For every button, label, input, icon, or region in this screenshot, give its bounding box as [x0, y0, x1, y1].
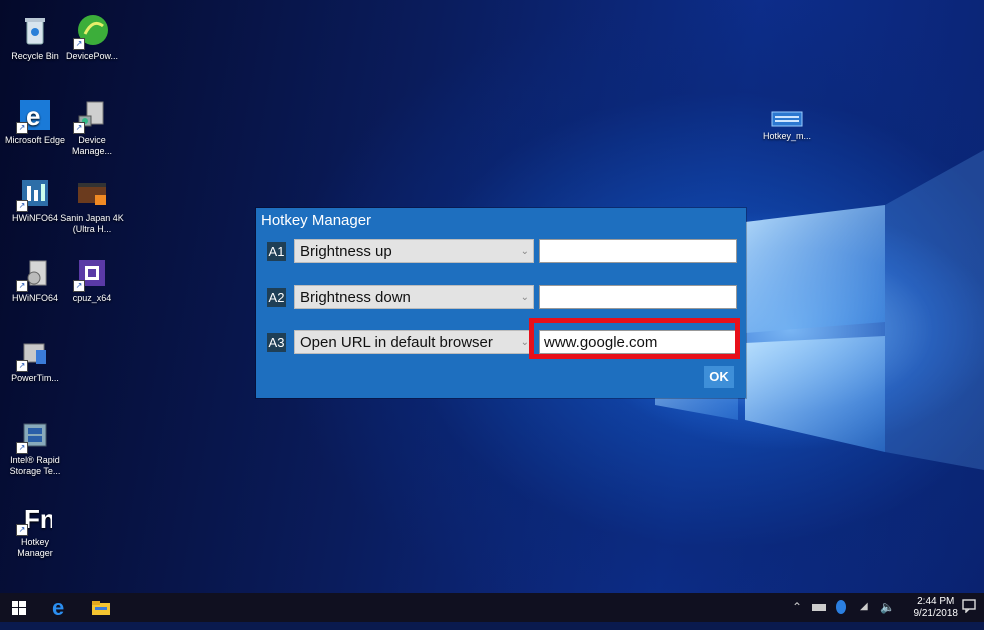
- action-dropdown[interactable]: Open URL in default browser ⌄: [294, 330, 534, 354]
- intel-rst-icon: ↗: [16, 418, 52, 454]
- desktop-icon-label: Hotkey Manager: [17, 537, 53, 558]
- desktop-icon-label: PowerTim...: [11, 373, 59, 383]
- devicepower-icon: ↗: [73, 14, 109, 50]
- dialog-title: Hotkey Manager: [261, 212, 372, 229]
- chevron-down-icon: ⌄: [520, 337, 529, 348]
- svg-text:e: e: [26, 101, 40, 131]
- shortcut-arrow-icon: ↗: [73, 280, 85, 292]
- parameter-input[interactable]: [539, 239, 737, 263]
- shortcut-arrow-icon: ↗: [16, 360, 28, 372]
- taskbar-edge-button[interactable]: e: [50, 595, 70, 624]
- action-dropdown-value: Brightness down: [300, 289, 411, 306]
- powertimer-icon: ↗: [16, 336, 52, 372]
- desktop-icon-label: cpuz_x64: [72, 293, 112, 303]
- desktop-icon-label: Microsoft Edge: [4, 135, 66, 145]
- desktop-icon-label: Sanin Japan 4K (Ultra H...: [60, 213, 124, 234]
- hwinfo-icon: ↗: [16, 176, 52, 212]
- taskbar: e ⌃ ◢ 🔈 2:44 PM 9/21/2018: [0, 593, 984, 622]
- device-manager-icon: ↗: [73, 98, 109, 134]
- edge-icon: e ↗: [16, 98, 52, 134]
- shortcut-arrow-icon: ↗: [73, 122, 85, 134]
- url-field-highlight: [529, 318, 740, 359]
- hotkey-badge: A1: [267, 242, 286, 261]
- desktop: Recycle Bin ↗ DevicePow... e ↗ Microsoft…: [0, 0, 984, 593]
- wifi-icon[interactable]: ◢: [860, 601, 868, 612]
- hotkey-badge: A2: [267, 288, 286, 307]
- desktop-icon-hwinfo64[interactable]: ↗ HWiNFO64: [3, 176, 67, 224]
- edge-icon: e: [52, 595, 64, 620]
- desktop-icon-label: Intel® Rapid Storage Te...: [9, 455, 61, 476]
- hotkey-manager-dialog: Hotkey Manager A1 Brightness up ⌄ A2 Bri…: [256, 208, 746, 398]
- desktop-icon-powertimer[interactable]: ↗ PowerTim...: [3, 336, 67, 384]
- shortcut-arrow-icon: ↗: [16, 442, 28, 454]
- action-dropdown[interactable]: Brightness up ⌄: [294, 239, 534, 263]
- svg-text:e: e: [52, 595, 64, 619]
- svg-text:Fn: Fn: [24, 504, 52, 534]
- desktop-icon-label: Recycle Bin: [11, 51, 59, 61]
- shortcut-arrow-icon: ↗: [16, 200, 28, 212]
- hwinfo-setup-icon: ↗: [16, 256, 52, 292]
- action-dropdown-value: Brightness up: [300, 243, 392, 260]
- shortcut-arrow-icon: ↗: [16, 280, 28, 292]
- shortcut-arrow-icon: ↗: [16, 122, 28, 134]
- desktop-icon-intel-rst[interactable]: ↗ Intel® Rapid Storage Te...: [3, 418, 67, 477]
- shortcut-arrow-icon: ↗: [16, 524, 28, 536]
- desktop-icon-label: Hotkey_m...: [762, 131, 811, 141]
- video-file-icon: [75, 176, 109, 210]
- windows-start-icon: [12, 601, 26, 615]
- recycle-bin-icon: [18, 14, 52, 48]
- folder-icon: [92, 601, 110, 615]
- fn-key-icon: Fn ↗: [16, 500, 56, 536]
- taskbar-file-explorer-button[interactable]: [92, 601, 110, 630]
- start-button[interactable]: [12, 601, 26, 630]
- chevron-down-icon: ⌄: [520, 246, 529, 257]
- desktop-icon-label: Device Manage...: [71, 135, 113, 156]
- chevron-down-icon: ⌄: [520, 292, 529, 303]
- desktop-icon-sanin-japan[interactable]: Sanin Japan 4K (Ultra H...: [60, 176, 124, 235]
- desktop-icon-hotkey-m[interactable]: Hotkey_m...: [755, 110, 819, 142]
- parameter-input[interactable]: [539, 285, 737, 309]
- desktop-icon-hwinfo64-2[interactable]: ↗ HWiNFO64: [3, 256, 67, 304]
- desktop-icon-recycle-bin[interactable]: Recycle Bin: [3, 14, 67, 62]
- desktop-icon-label: HWiNFO64: [11, 293, 58, 303]
- action-dropdown-value: Open URL in default browser: [300, 334, 493, 351]
- desktop-icon-edge[interactable]: e ↗ Microsoft Edge: [3, 98, 67, 146]
- bluetooth-icon[interactable]: [836, 600, 846, 617]
- cpuz-icon: ↗: [73, 256, 109, 292]
- desktop-icon-label: DevicePow...: [65, 51, 119, 61]
- network-icon[interactable]: [812, 601, 826, 615]
- desktop-icon-cpuz[interactable]: ↗ cpuz_x64: [60, 256, 124, 304]
- hotkey-badge: A3: [267, 333, 286, 352]
- clock-date: 9/21/2018: [913, 608, 959, 619]
- action-dropdown[interactable]: Brightness down ⌄: [294, 285, 534, 309]
- chevron-up-icon[interactable]: ⌃: [792, 600, 802, 614]
- shortcut-arrow-icon: ↗: [73, 38, 85, 50]
- clock-time: 2:44 PM: [917, 596, 955, 607]
- desktop-icon-hotkey-manager[interactable]: Fn ↗ Hotkey Manager: [3, 500, 67, 559]
- volume-icon[interactable]: 🔈: [880, 600, 895, 614]
- clock[interactable]: 2:44 PM 9/21/2018: [914, 596, 959, 620]
- ok-button[interactable]: OK: [704, 366, 734, 388]
- desktop-icon-device-manager[interactable]: ↗ Device Manage...: [60, 98, 124, 157]
- desktop-icon-devicepower[interactable]: ↗ DevicePow...: [60, 14, 124, 62]
- desktop-icon-label: HWiNFO64: [11, 213, 58, 223]
- action-center-icon[interactable]: [962, 599, 976, 616]
- window-app-icon: [770, 110, 804, 128]
